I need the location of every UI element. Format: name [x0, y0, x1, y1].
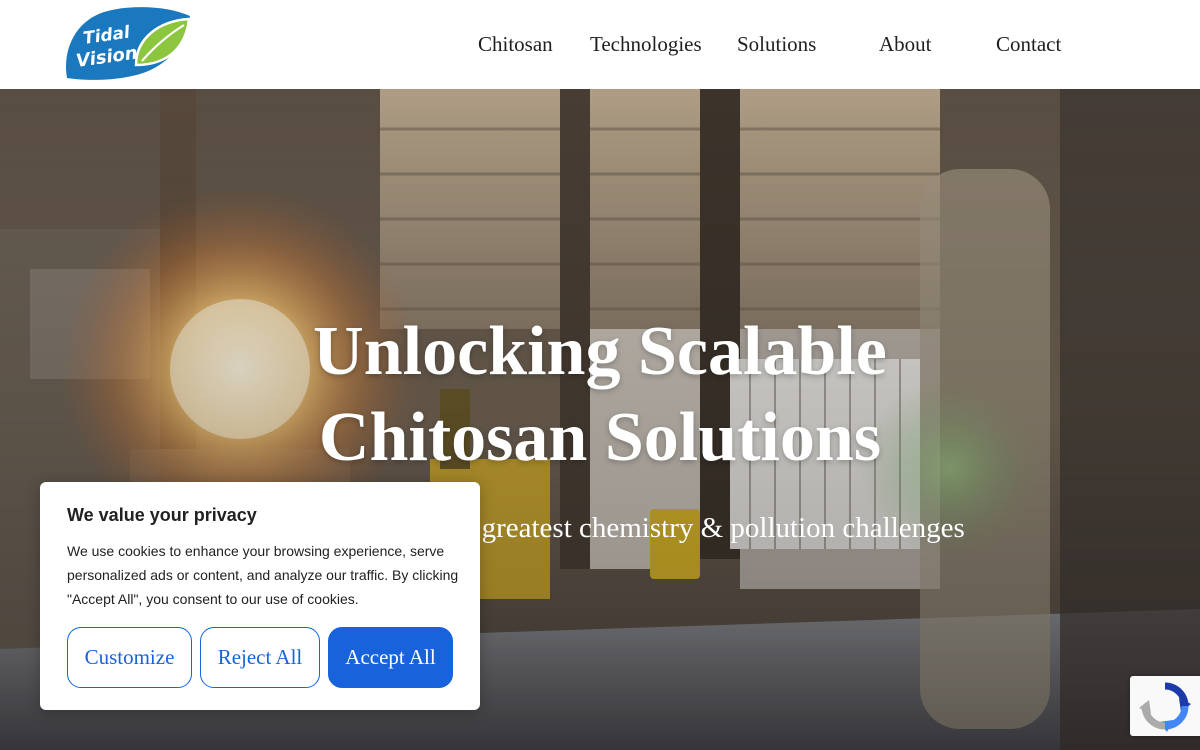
nav-item-solutions[interactable]: Solutions	[737, 32, 816, 56]
hero-title-line1: Unlocking Scalable	[313, 313, 887, 390]
cookie-banner-text: We use cookies to enhance your browsing …	[67, 543, 459, 607]
nav-item-contact[interactable]: Contact	[996, 32, 1061, 56]
cookie-consent-banner: We value your privacy We use cookies to …	[40, 482, 480, 710]
cookie-banner-title: We value your privacy	[67, 505, 257, 525]
site-header: Tidal Vision Chitosan Technologies Solut…	[0, 0, 1200, 89]
main-nav: Chitosan Technologies Solutions About Co…	[0, 0, 1200, 89]
nav-item-about[interactable]: About	[879, 32, 932, 56]
nav-item-chitosan[interactable]: Chitosan	[478, 32, 553, 56]
hero-title: Unlocking Scalable Chitosan Solutions	[200, 309, 1000, 481]
recaptcha-icon	[1139, 682, 1191, 732]
nav-item-technologies[interactable]: Technologies	[590, 32, 702, 56]
page: Tidal Vision Chitosan Technologies Solut…	[0, 0, 1200, 750]
recaptcha-badge[interactable]	[1130, 676, 1200, 736]
reject-all-button[interactable]: Reject All	[200, 627, 320, 688]
accept-all-button[interactable]: Accept All	[328, 627, 453, 688]
customize-button[interactable]: Customize	[67, 627, 192, 688]
hero-title-line2: Chitosan Solutions	[318, 399, 882, 476]
